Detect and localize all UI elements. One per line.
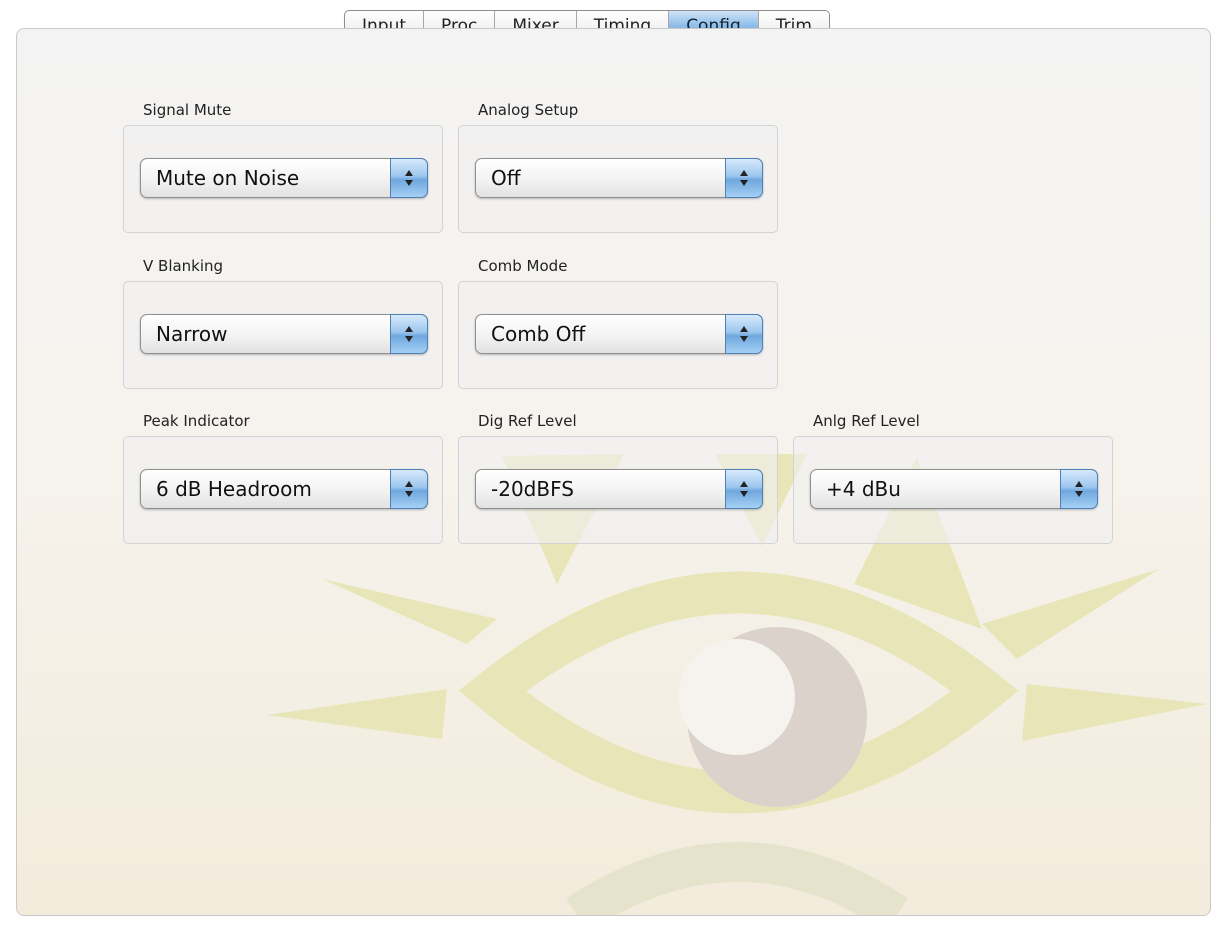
updown-arrows-icon[interactable] <box>725 158 763 198</box>
comb-mode-label: Comb Mode <box>478 257 568 275</box>
analog-setup-select[interactable]: Off <box>475 158 763 198</box>
updown-arrows-icon[interactable] <box>390 314 428 354</box>
anlg-ref-level-select[interactable]: +4 dBu <box>810 469 1098 509</box>
analog-setup-value: Off <box>491 166 521 190</box>
comb-mode-box: Comb Off <box>458 281 778 389</box>
config-panel: Signal Mute Mute on Noise Analog Setup O… <box>16 28 1211 916</box>
updown-arrows-icon[interactable] <box>725 469 763 509</box>
signal-mute-box: Mute on Noise <box>123 125 443 233</box>
updown-arrows-icon[interactable] <box>1060 469 1098 509</box>
dig-ref-level-label: Dig Ref Level <box>478 412 577 430</box>
signal-mute-select[interactable]: Mute on Noise <box>140 158 428 198</box>
signal-mute-label: Signal Mute <box>143 101 232 119</box>
peak-indicator-value: 6 dB Headroom <box>156 477 312 501</box>
anlg-ref-level-box: +4 dBu <box>793 436 1113 544</box>
updown-arrows-icon[interactable] <box>725 314 763 354</box>
peak-indicator-label: Peak Indicator <box>143 412 250 430</box>
dig-ref-level-box: -20dBFS <box>458 436 778 544</box>
v-blanking-value: Narrow <box>156 322 228 346</box>
anlg-ref-level-value: +4 dBu <box>826 477 901 501</box>
peak-indicator-select[interactable]: 6 dB Headroom <box>140 469 428 509</box>
dig-ref-level-value: -20dBFS <box>491 477 574 501</box>
peak-indicator-box: 6 dB Headroom <box>123 436 443 544</box>
anlg-ref-level-label: Anlg Ref Level <box>813 412 920 430</box>
dig-ref-level-select[interactable]: -20dBFS <box>475 469 763 509</box>
v-blanking-box: Narrow <box>123 281 443 389</box>
updown-arrows-icon[interactable] <box>390 469 428 509</box>
comb-mode-value: Comb Off <box>491 322 586 346</box>
analog-setup-box: Off <box>458 125 778 233</box>
updown-arrows-icon[interactable] <box>390 158 428 198</box>
comb-mode-select[interactable]: Comb Off <box>475 314 763 354</box>
v-blanking-select[interactable]: Narrow <box>140 314 428 354</box>
signal-mute-value: Mute on Noise <box>156 166 300 190</box>
analog-setup-label: Analog Setup <box>478 101 579 119</box>
v-blanking-label: V Blanking <box>143 257 224 275</box>
